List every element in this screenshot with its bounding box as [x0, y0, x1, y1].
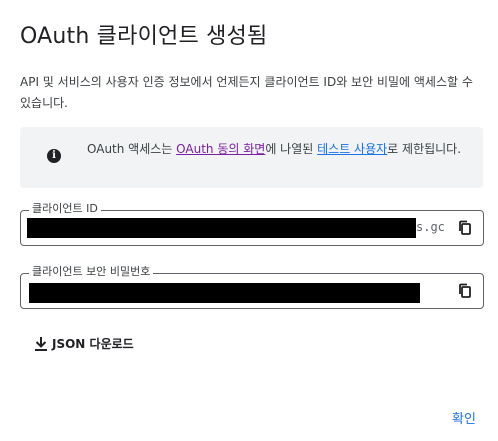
copy-client-id-button[interactable] [455, 218, 475, 238]
client-id-field[interactable]: 클라이언트 ID s.gc [20, 202, 484, 246]
client-secret-label: 클라이언트 보안 비밀번호 [29, 265, 154, 279]
info-text-middle: 에 나열된 [265, 142, 318, 156]
download-json-button[interactable]: JSON 다운로드 [34, 335, 134, 352]
client-secret-field[interactable]: 클라이언트 보안 비밀번호 [20, 265, 484, 309]
copy-client-secret-button[interactable] [455, 281, 475, 301]
info-banner: i OAuth 액세스는 OAuth 동의 화면에 나열된 테스트 사용자로 제… [20, 127, 483, 188]
client-id-label: 클라이언트 ID [29, 202, 101, 216]
confirm-button[interactable]: 확인 [452, 408, 476, 427]
download-icon [35, 336, 47, 351]
client-id-tail: s.gc [416, 220, 445, 234]
info-text: OAuth 액세스는 OAuth 동의 화면에 나열된 테스트 사용자로 제한됩… [87, 139, 467, 159]
test-users-link[interactable]: 테스트 사용자 [317, 142, 387, 156]
info-icon: i [47, 149, 61, 163]
info-text-after: 로 제한됩니다. [387, 142, 462, 156]
download-json-label: JSON 다운로드 [52, 337, 134, 351]
copy-icon [459, 283, 471, 298]
consent-screen-link[interactable]: OAuth 동의 화면 [176, 142, 265, 156]
info-text-before: OAuth 액세스는 [87, 142, 177, 156]
client-id-redacted [27, 218, 416, 238]
copy-icon [459, 220, 471, 235]
client-secret-redacted [29, 283, 420, 303]
dialog-description: API 및 서비스의 사용자 인증 정보에서 언제든지 클라이언트 ID와 보안… [20, 75, 473, 110]
dialog-title: OAuth 클라이언트 생성됨 [20, 24, 268, 49]
